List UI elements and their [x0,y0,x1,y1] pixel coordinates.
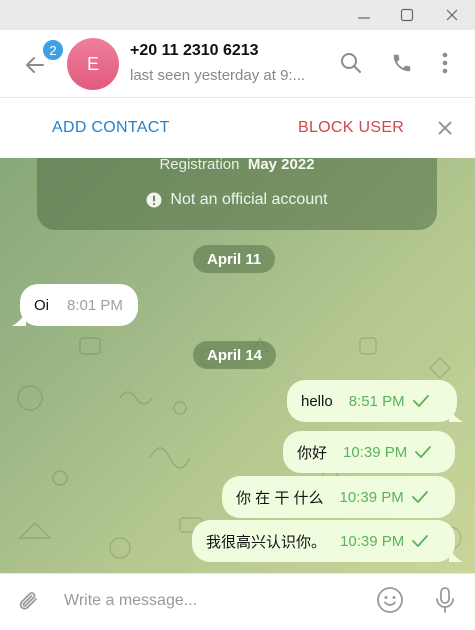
chat-history[interactable]: Registration May 2022 Not an official ac… [0,158,475,573]
microphone-icon [436,587,454,613]
message-bubble[interactable]: Oi 8:01 PM [20,284,138,326]
maximize-button[interactable] [388,0,426,30]
search-button[interactable] [336,48,366,78]
window-titlebar [0,0,475,30]
message-text: 你 在 干 什么 [236,489,324,507]
read-check-icon [412,535,429,547]
voice-message-button[interactable] [430,584,460,616]
message-bubble[interactable]: 你 在 干 什么 10:39 PM [222,476,455,518]
message-input[interactable] [64,588,354,614]
unread-badge: 2 [41,38,65,62]
more-options-button[interactable] [430,48,460,78]
phone-icon [393,54,411,72]
message-bubble[interactable]: 你好 10:39 PM [283,431,455,473]
last-seen-status: last seen yesterday at 9:... [130,67,306,84]
more-vertical-icon [442,52,448,74]
message-text: hello [301,392,333,410]
message-time: 10:39 PM [343,443,408,461]
bubble-tail [449,408,463,422]
attach-button[interactable] [14,586,44,616]
message-text: Oi [34,296,49,314]
contact-info-card: Registration May 2022 Not an official ac… [37,158,437,230]
message-bubble[interactable]: 我很高兴认识你。 10:39 PM [192,520,455,562]
emoji-icon [377,587,403,613]
registration-label: Registration [159,158,240,173]
message-bubble[interactable]: hello 8:51 PM [287,380,457,422]
read-check-icon [412,395,429,407]
official-note-row: Not an official account [37,191,437,209]
message-time: 8:01 PM [67,296,123,314]
official-note: Not an official account [170,191,328,208]
read-check-icon [415,446,432,458]
minimize-icon [358,17,370,19]
call-button[interactable] [387,48,417,78]
message-time: 10:39 PM [340,532,405,550]
window-close-button[interactable] [433,0,471,30]
registration-value: May 2022 [247,158,315,173]
emoji-button[interactable] [374,584,406,616]
close-icon [446,9,458,21]
close-action-bar-button[interactable] [430,113,460,143]
block-user-button[interactable]: BLOCK USER [298,119,404,137]
contact-name[interactable]: +20 11 2310 6213 [130,42,259,60]
maximize-icon [400,8,414,22]
search-icon [341,53,361,73]
add-contact-button[interactable]: ADD CONTACT [52,119,170,137]
date-separator: April 11 [193,245,276,273]
bubble-tail [449,548,463,562]
minimize-button[interactable] [345,0,383,30]
close-icon [438,121,452,135]
info-icon [146,192,162,208]
message-time: 10:39 PM [339,488,404,506]
message-text: 我很高兴认识你。 [206,533,327,551]
avatar[interactable]: E [67,38,119,90]
registration-row: Registration May 2022 [37,158,437,173]
message-time: 8:51 PM [348,392,405,410]
paperclip-icon [19,592,37,610]
date-separator: April 14 [193,341,277,369]
read-check-icon [411,491,428,503]
message-text: 你好 [297,444,328,462]
